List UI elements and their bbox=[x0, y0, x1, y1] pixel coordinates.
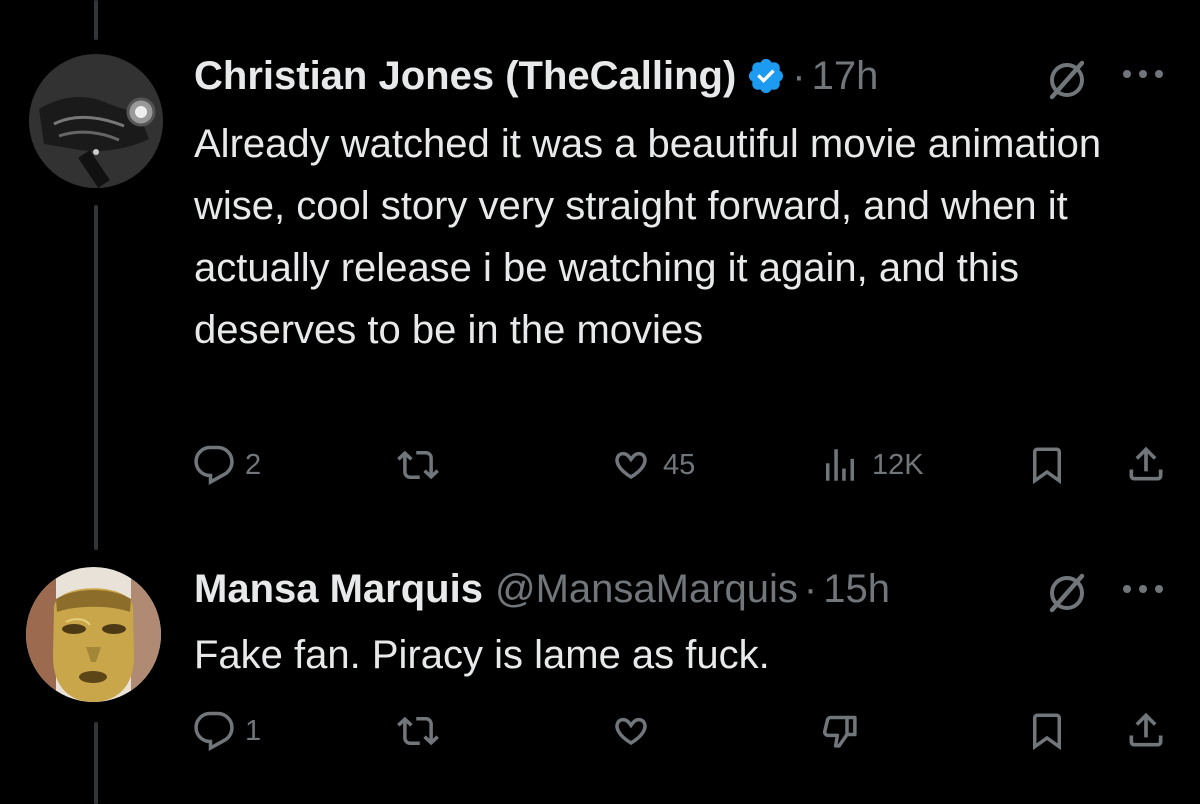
reply-count: 2 bbox=[245, 448, 262, 481]
display-name[interactable]: Christian Jones (TheCalling) bbox=[194, 52, 736, 100]
username-handle[interactable]: @MansaMarquis bbox=[495, 565, 798, 613]
share-button[interactable] bbox=[1124, 442, 1168, 486]
views-icon bbox=[818, 444, 862, 486]
avatar[interactable] bbox=[29, 54, 163, 188]
downvote-icon bbox=[818, 710, 862, 752]
repost-icon bbox=[396, 444, 440, 486]
share-icon bbox=[1124, 708, 1168, 752]
grok-icon[interactable] bbox=[1043, 569, 1091, 622]
tweet-text: Fake fan. Piracy is lame as fuck. bbox=[194, 633, 770, 677]
reply-icon bbox=[193, 444, 235, 486]
reply-icon bbox=[193, 710, 235, 752]
repost-button[interactable] bbox=[396, 710, 440, 752]
verified-badge-icon bbox=[746, 56, 786, 96]
views-button[interactable]: 12K bbox=[818, 444, 924, 486]
timestamp[interactable]: 17h bbox=[812, 52, 879, 100]
like-button[interactable]: 45 bbox=[609, 444, 695, 486]
tweet-header: Mansa Marquis @MansaMarquis · 15h bbox=[194, 565, 890, 613]
avatar[interactable] bbox=[26, 567, 161, 702]
bookmark-button[interactable] bbox=[1026, 444, 1068, 486]
repost-button[interactable] bbox=[396, 444, 450, 486]
tweet[interactable]: Christian Jones (TheCalling) · 17h Alrea… bbox=[0, 0, 1200, 540]
bookmark-button[interactable] bbox=[1026, 710, 1068, 752]
tweet-header: Christian Jones (TheCalling) · 17h bbox=[194, 52, 878, 100]
share-icon bbox=[1124, 442, 1168, 486]
views-count: 12K bbox=[872, 448, 924, 481]
dot-separator: · bbox=[803, 567, 818, 611]
tweet[interactable]: Mansa Marquis @MansaMarquis · 15h Fake f… bbox=[0, 540, 1200, 804]
display-name[interactable]: Mansa Marquis bbox=[194, 565, 483, 613]
reply-button[interactable]: 1 bbox=[193, 710, 261, 752]
more-icon[interactable] bbox=[1116, 577, 1170, 606]
tweet-text: Already watched it was a beautiful movie… bbox=[194, 122, 1102, 352]
bookmark-icon bbox=[1026, 710, 1068, 752]
like-icon bbox=[609, 444, 653, 486]
dot-separator: · bbox=[792, 54, 806, 98]
like-icon bbox=[609, 710, 653, 752]
share-button[interactable] bbox=[1124, 708, 1168, 752]
like-button[interactable] bbox=[609, 710, 653, 752]
timestamp[interactable]: 15h bbox=[823, 565, 890, 613]
reply-button[interactable]: 2 bbox=[193, 444, 261, 486]
reply-count: 1 bbox=[245, 714, 262, 747]
grok-icon[interactable] bbox=[1043, 56, 1091, 109]
repost-icon bbox=[396, 710, 440, 752]
more-icon[interactable] bbox=[1116, 62, 1170, 91]
downvote-button[interactable] bbox=[818, 710, 862, 752]
like-count: 45 bbox=[663, 448, 696, 481]
bookmark-icon bbox=[1026, 444, 1068, 486]
